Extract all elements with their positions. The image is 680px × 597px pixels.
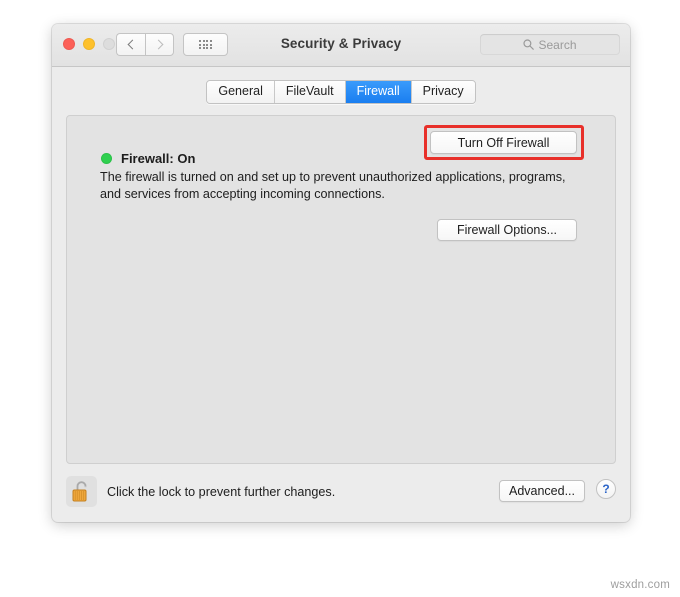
lock-button[interactable] bbox=[66, 476, 97, 507]
search-icon bbox=[523, 39, 535, 50]
window-titlebar: Security & Privacy Search bbox=[52, 24, 630, 67]
preference-tabbar: General FileVault Firewall Privacy bbox=[52, 67, 630, 115]
search-placeholder: Search bbox=[538, 37, 577, 52]
turn-off-firewall-button[interactable]: Turn Off Firewall bbox=[430, 131, 577, 154]
help-button[interactable]: ? bbox=[596, 479, 616, 499]
firewall-status-label: Firewall: On bbox=[121, 151, 196, 166]
lock-caption: Click the lock to prevent further change… bbox=[107, 484, 336, 499]
firewall-pane: Firewall: On Turn Off Firewall The firew… bbox=[66, 115, 616, 464]
tab-privacy[interactable]: Privacy bbox=[411, 81, 475, 103]
firewall-status-row: Firewall: On bbox=[101, 151, 195, 166]
window-bottom-bar: Click the lock to prevent further change… bbox=[52, 464, 630, 522]
watermark: wsxdn.com bbox=[610, 579, 670, 591]
tab-general[interactable]: General bbox=[207, 81, 275, 103]
tab-firewall[interactable]: Firewall bbox=[345, 81, 412, 103]
unlocked-padlock-icon bbox=[72, 481, 87, 502]
status-dot-icon bbox=[101, 153, 112, 164]
lock-area: Click the lock to prevent further change… bbox=[66, 476, 335, 507]
firewall-description: The firewall is turned on and set up to … bbox=[100, 170, 566, 201]
tab-segmented-control: General FileVault Firewall Privacy bbox=[206, 80, 476, 104]
tab-filevault[interactable]: FileVault bbox=[274, 81, 346, 103]
security-privacy-window: Security & Privacy Search General FileVa… bbox=[52, 24, 630, 522]
advanced-button[interactable]: Advanced... bbox=[499, 480, 585, 502]
search-input[interactable]: Search bbox=[480, 34, 620, 55]
firewall-options-button[interactable]: Firewall Options... bbox=[437, 219, 577, 241]
